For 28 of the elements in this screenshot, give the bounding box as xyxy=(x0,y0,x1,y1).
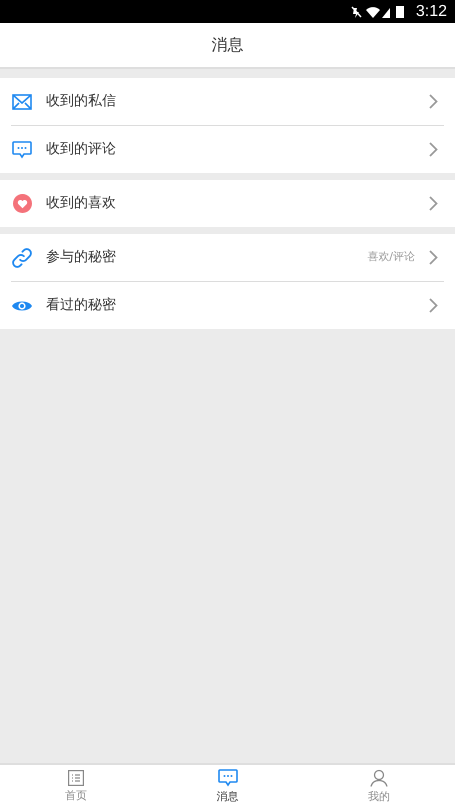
envelope-icon xyxy=(12,94,32,110)
tab[interactable]: 首页 xyxy=(0,765,152,810)
chevron-right-icon xyxy=(429,250,438,265)
menu-label: 看过的秘密 xyxy=(46,296,117,315)
menu-note: 喜欢/评论 xyxy=(367,249,415,266)
menu-label: 收到的喜欢 xyxy=(46,194,117,213)
menu-item[interactable]: 参与的秘密 喜欢/评论 xyxy=(11,234,444,281)
person-icon xyxy=(370,769,388,788)
page-title: 消息 xyxy=(212,34,244,56)
chevron-right-icon xyxy=(429,196,438,211)
chevron-right-icon xyxy=(429,298,438,313)
menu-label: 参与的秘密 xyxy=(46,248,117,267)
link-icon xyxy=(11,246,33,268)
menu-item[interactable]: 看过的秘密 xyxy=(11,282,444,329)
eye-icon xyxy=(12,298,32,312)
menu-item[interactable]: 收到的喜欢 xyxy=(11,180,444,227)
chat-bubble-icon xyxy=(218,769,238,788)
menu-item[interactable]: 收到的私信 xyxy=(11,78,444,125)
tab[interactable]: 消息 xyxy=(152,765,304,810)
list-icon xyxy=(68,770,84,786)
chat-bubble-icon xyxy=(12,140,32,158)
chevron-right-icon xyxy=(429,142,438,157)
menu-item[interactable]: 收到的评论 xyxy=(11,126,444,173)
menu-label: 收到的私信 xyxy=(46,92,117,111)
chevron-right-icon xyxy=(429,94,438,109)
tab[interactable]: 我的 xyxy=(303,765,455,810)
status-time: 3:12 xyxy=(416,2,447,22)
menu-label: 收到的评论 xyxy=(46,140,117,159)
